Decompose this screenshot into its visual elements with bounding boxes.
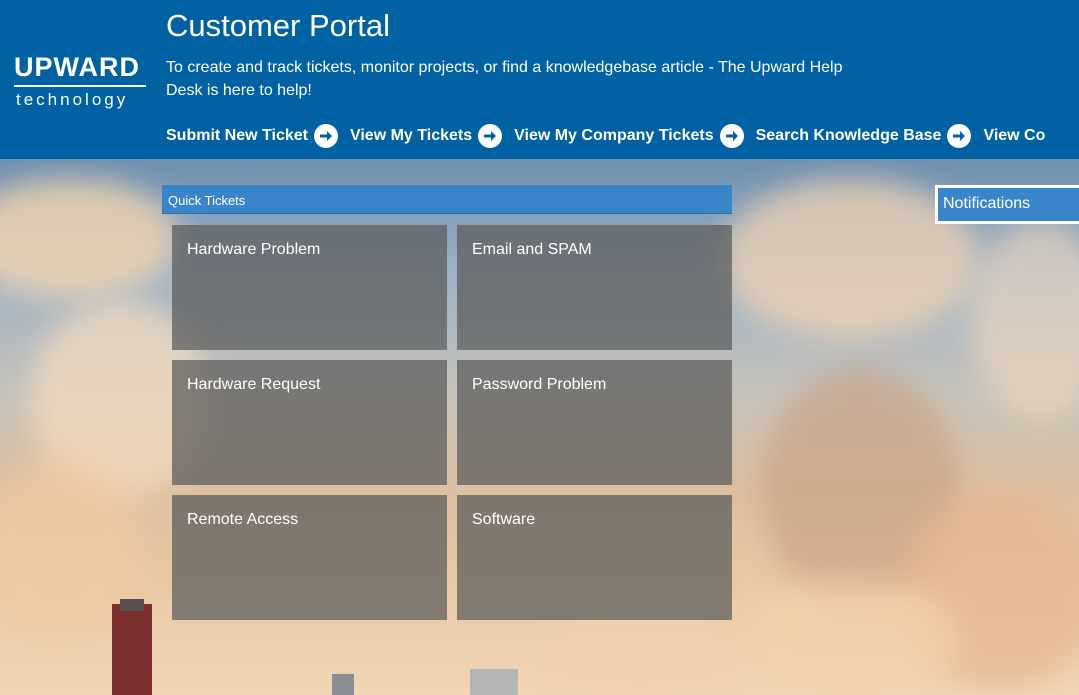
nav-label: View My Company Tickets [514, 127, 714, 144]
nav-view-my-company-tickets[interactable]: View My Company Tickets [514, 124, 744, 148]
arrow-right-circle-icon [313, 124, 338, 148]
tile-label: Hardware Request [187, 376, 321, 393]
tile-label: Software [472, 511, 536, 528]
arrow-right-circle-icon [719, 124, 744, 148]
page-subtitle: To create and track tickets, monitor pro… [166, 59, 843, 99]
nav-label: View Co [983, 127, 1046, 144]
notifications-heading: Notifications [938, 188, 1079, 221]
top-nav: Submit New Ticket View My Tickets View M… [166, 124, 1057, 148]
nav-label: Search Knowledge Base [755, 127, 942, 144]
quick-ticket-password-problem[interactable]: Password Problem [457, 360, 732, 485]
nav-view-co[interactable]: View Co [983, 124, 1045, 148]
nav-search-knowledge-base[interactable]: Search Knowledge Base [756, 124, 972, 148]
quick-ticket-hardware-problem[interactable]: Hardware Problem [172, 225, 447, 350]
quick-ticket-email-and-spam[interactable]: Email and SPAM [457, 225, 732, 350]
logo-tagline: technology [16, 90, 129, 109]
notifications-panel[interactable]: Notifications [935, 185, 1079, 224]
quick-ticket-remote-access[interactable]: Remote Access [172, 495, 447, 620]
nav-submit-new-ticket[interactable]: Submit New Ticket [166, 124, 338, 148]
quick-ticket-hardware-request[interactable]: Hardware Request [172, 360, 447, 485]
nav-label: Submit New Ticket [166, 127, 308, 144]
page-title: Customer Portal [166, 8, 390, 43]
quick-tickets-heading: Quick Tickets [162, 185, 732, 214]
arrow-right-circle-icon [947, 124, 972, 148]
nav-label: View My Tickets [349, 127, 473, 144]
tile-label: Password Problem [472, 376, 607, 393]
logo-divider [14, 85, 146, 87]
tile-label: Remote Access [187, 511, 299, 528]
header-bar: UPWARD technology Customer Portal To cre… [0, 0, 1079, 159]
logo-wordmark: UPWARD [14, 52, 140, 82]
tile-label: Email and SPAM [472, 241, 592, 258]
nav-view-my-tickets[interactable]: View My Tickets [349, 124, 503, 148]
upward-technology-logo[interactable]: UPWARD technology [14, 52, 154, 110]
tile-label: Hardware Problem [187, 241, 321, 258]
arrow-right-circle-icon [478, 124, 503, 148]
quick-ticket-software[interactable]: Software [457, 495, 732, 620]
